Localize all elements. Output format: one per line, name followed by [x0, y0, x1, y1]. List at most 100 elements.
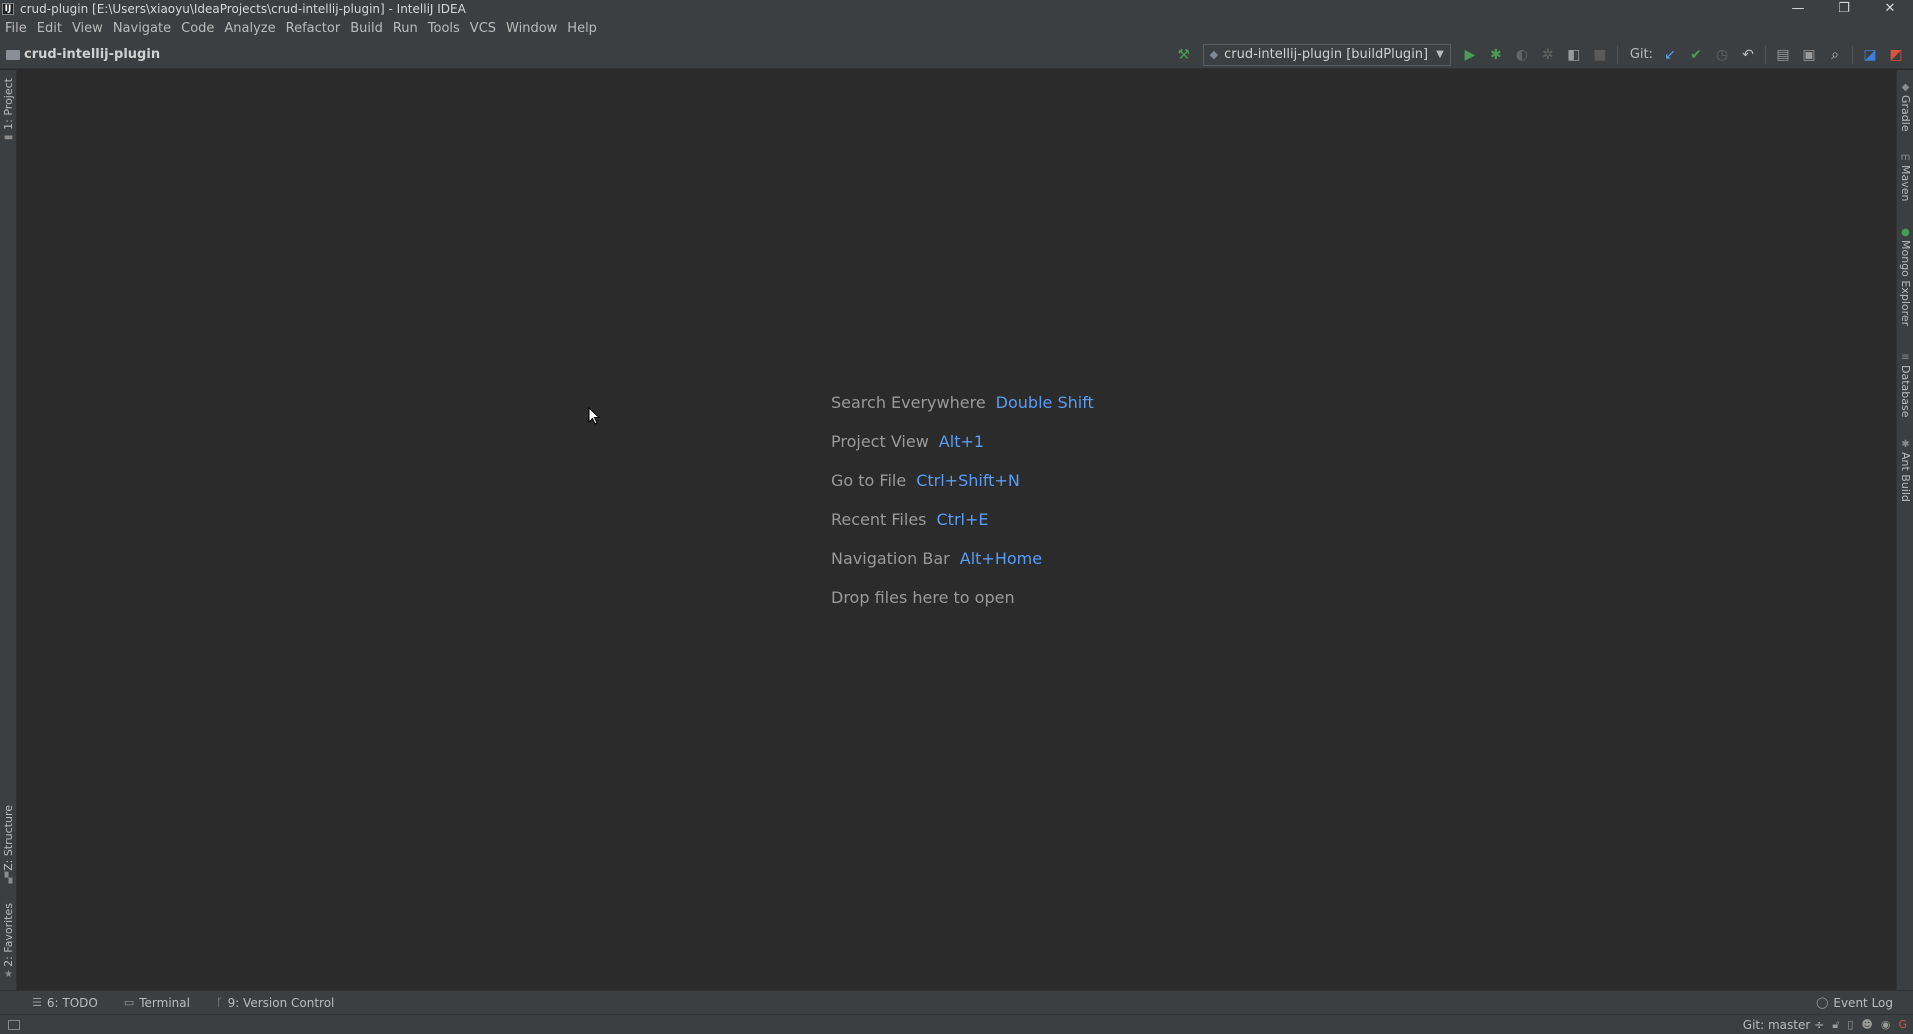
tab-gradle-label: Gradle: [1899, 95, 1912, 132]
intellij-app-icon: IJ: [2, 2, 14, 15]
stop-icon[interactable]: ■: [1587, 44, 1613, 66]
tab-favorites-label: 2: Favorites: [2, 903, 15, 967]
branch-icon: ᚴ: [215, 996, 223, 1009]
notifications-icon[interactable]: ◉: [1881, 1018, 1891, 1031]
run-configuration-select[interactable]: ◆ crud-intellij-plugin [buildPlugin] ▼: [1202, 43, 1451, 66]
menu-refactor[interactable]: Refactor: [281, 17, 346, 41]
bottom-tool-bar: ☰ 6: TODO ▭ Terminal ᚴ 9: Version Contro…: [0, 990, 1913, 1014]
hint-shortcut: Alt+1: [938, 432, 985, 451]
left-tool-stripe: 1: Project ▬ Z: Structure ▚ 2: Favorites…: [0, 70, 17, 990]
ant-icon: ✱: [1901, 439, 1910, 450]
hint-recent-files: Recent Files Ctrl+E: [831, 500, 1094, 539]
tab-version-control[interactable]: ᚴ 9: Version Control: [210, 996, 340, 1010]
close-button[interactable]: ✕: [1867, 0, 1913, 17]
tab-maven-label: Maven: [1899, 165, 1912, 202]
project-structure-icon[interactable]: ▤: [1770, 44, 1796, 66]
git-label: Git:: [1629, 47, 1653, 62]
gradle-icon: ◆: [1901, 82, 1910, 93]
toggle-tool-windows-icon[interactable]: [8, 1019, 20, 1030]
tab-favorites[interactable]: 2: Favorites ★: [0, 903, 17, 982]
memory-indicator-icon[interactable]: ▯: [1847, 1018, 1853, 1031]
menu-view[interactable]: View: [67, 17, 108, 41]
gradle-config-icon: ◆: [1209, 48, 1219, 61]
plugin-blue-icon[interactable]: ◪: [1857, 44, 1883, 66]
toolbar-separator: [1852, 45, 1853, 64]
vcs-commit-icon[interactable]: ✔: [1683, 44, 1709, 66]
tab-event-log[interactable]: ◯ Event Log: [1810, 996, 1899, 1010]
tab-gradle[interactable]: ◆ Gradle: [1897, 80, 1913, 132]
right-tool-stripe: ◆ Gradle m Maven ● Mongo Explorer ≡ Data…: [1896, 70, 1913, 990]
git-branch-widget[interactable]: Git: master ÷: [1743, 1018, 1824, 1032]
hint-navigation-bar: Navigation Bar Alt+Home: [831, 539, 1094, 578]
search-icon[interactable]: ⌕: [1822, 44, 1848, 66]
hint-drop-files: Drop files here to open: [831, 578, 1094, 617]
plugin-red-icon[interactable]: ◩: [1883, 44, 1909, 66]
database-icon: ≡: [1901, 352, 1910, 363]
tab-mongo-explorer[interactable]: ● Mongo Explorer: [1897, 225, 1913, 326]
menu-run[interactable]: Run: [388, 17, 423, 41]
tab-ant-label: Ant Build: [1899, 452, 1912, 502]
vcs-update-icon[interactable]: ↙: [1657, 44, 1683, 66]
menu-help[interactable]: Help: [562, 17, 602, 41]
tab-terminal-label: Terminal: [139, 995, 190, 1010]
run-configuration-label: crud-intellij-plugin [buildPlugin]: [1224, 47, 1429, 62]
breadcrumb-project[interactable]: crud-intellij-plugin: [24, 47, 160, 62]
tab-structure-label: Z: Structure: [2, 805, 15, 871]
editor-hints: Search Everywhere Double Shift Project V…: [831, 383, 1094, 617]
hint-shortcut: Double Shift: [995, 393, 1094, 412]
tab-structure[interactable]: Z: Structure ▚: [0, 805, 17, 886]
folder-icon: ▬: [3, 131, 14, 143]
attach-debugger-icon[interactable]: ◧: [1561, 44, 1587, 66]
breadcrumb[interactable]: crud-intellij-plugin: [0, 47, 160, 62]
menu-code[interactable]: Code: [176, 17, 219, 41]
maximize-button[interactable]: ❐: [1821, 0, 1867, 17]
toolbar-separator: [1616, 45, 1618, 64]
editor-empty-area[interactable]: Search Everywhere Double Shift Project V…: [17, 70, 1896, 990]
star-icon: ★: [4, 968, 13, 980]
tab-terminal[interactable]: ▭ Terminal: [118, 996, 196, 1010]
menu-tools[interactable]: Tools: [423, 17, 465, 41]
main-toolbar: ⚒ ◆ crud-intellij-plugin [buildPlugin] ▼…: [1171, 41, 1913, 69]
inspector-icon[interactable]: ☻: [1861, 1018, 1872, 1031]
menu-vcs[interactable]: VCS: [465, 17, 501, 41]
hint-label: Project View: [831, 432, 929, 451]
maven-icon: m: [1900, 152, 1911, 163]
mouse-pointer-icon: [588, 407, 600, 425]
debug-icon[interactable]: ✱: [1483, 44, 1509, 66]
todo-list-icon: ☰: [32, 996, 42, 1009]
menu-build[interactable]: Build: [345, 17, 388, 41]
run-with-coverage-icon[interactable]: ◐: [1509, 44, 1535, 66]
tab-database-label: Database: [1899, 365, 1912, 418]
profile-icon[interactable]: ✲: [1535, 44, 1561, 66]
structure-icon: ▚: [4, 872, 13, 884]
sdk-manager-icon[interactable]: ▣: [1796, 44, 1822, 66]
menu-navigate[interactable]: Navigate: [108, 17, 176, 41]
tab-project-label: 1: Project: [2, 78, 15, 130]
vcs-revert-icon[interactable]: ↶: [1735, 44, 1761, 66]
tab-todo[interactable]: ☰ 6: TODO: [26, 996, 104, 1010]
menu-analyze[interactable]: Analyze: [219, 17, 280, 41]
lock-icon[interactable]: 🔓︎: [1832, 1018, 1839, 1032]
tab-project[interactable]: 1: Project ▬: [0, 78, 17, 145]
tab-maven[interactable]: m Maven: [1897, 150, 1913, 201]
vcs-history-icon[interactable]: ◷: [1709, 44, 1735, 66]
menu-file[interactable]: File: [0, 17, 32, 41]
hint-label: Search Everywhere: [831, 393, 986, 412]
plugin-status-icon[interactable]: G: [1898, 1018, 1907, 1031]
menu-window[interactable]: Window: [501, 17, 562, 41]
chevron-down-icon: ▼: [1436, 49, 1444, 60]
minimize-button[interactable]: —: [1775, 0, 1821, 17]
tab-todo-label: 6: TODO: [46, 995, 98, 1010]
title-bar: IJ crud-plugin [E:\Users\xiaoyu\IdeaProj…: [0, 0, 1913, 17]
hint-label: Navigation Bar: [831, 549, 950, 568]
run-icon[interactable]: ▶: [1457, 44, 1483, 66]
build-hammer-icon[interactable]: ⚒: [1171, 44, 1197, 66]
tab-ant-build[interactable]: ✱ Ant Build: [1897, 437, 1913, 502]
navigation-bar: crud-intellij-plugin ⚒ ◆ crud-intellij-p…: [0, 41, 1913, 69]
hint-label: Recent Files: [831, 510, 927, 529]
menu-edit[interactable]: Edit: [32, 17, 67, 41]
hint-label: Go to File: [831, 471, 907, 490]
project-folder-icon: [6, 49, 20, 60]
hint-shortcut: Ctrl+Shift+N: [916, 471, 1020, 490]
tab-database[interactable]: ≡ Database: [1897, 350, 1913, 418]
